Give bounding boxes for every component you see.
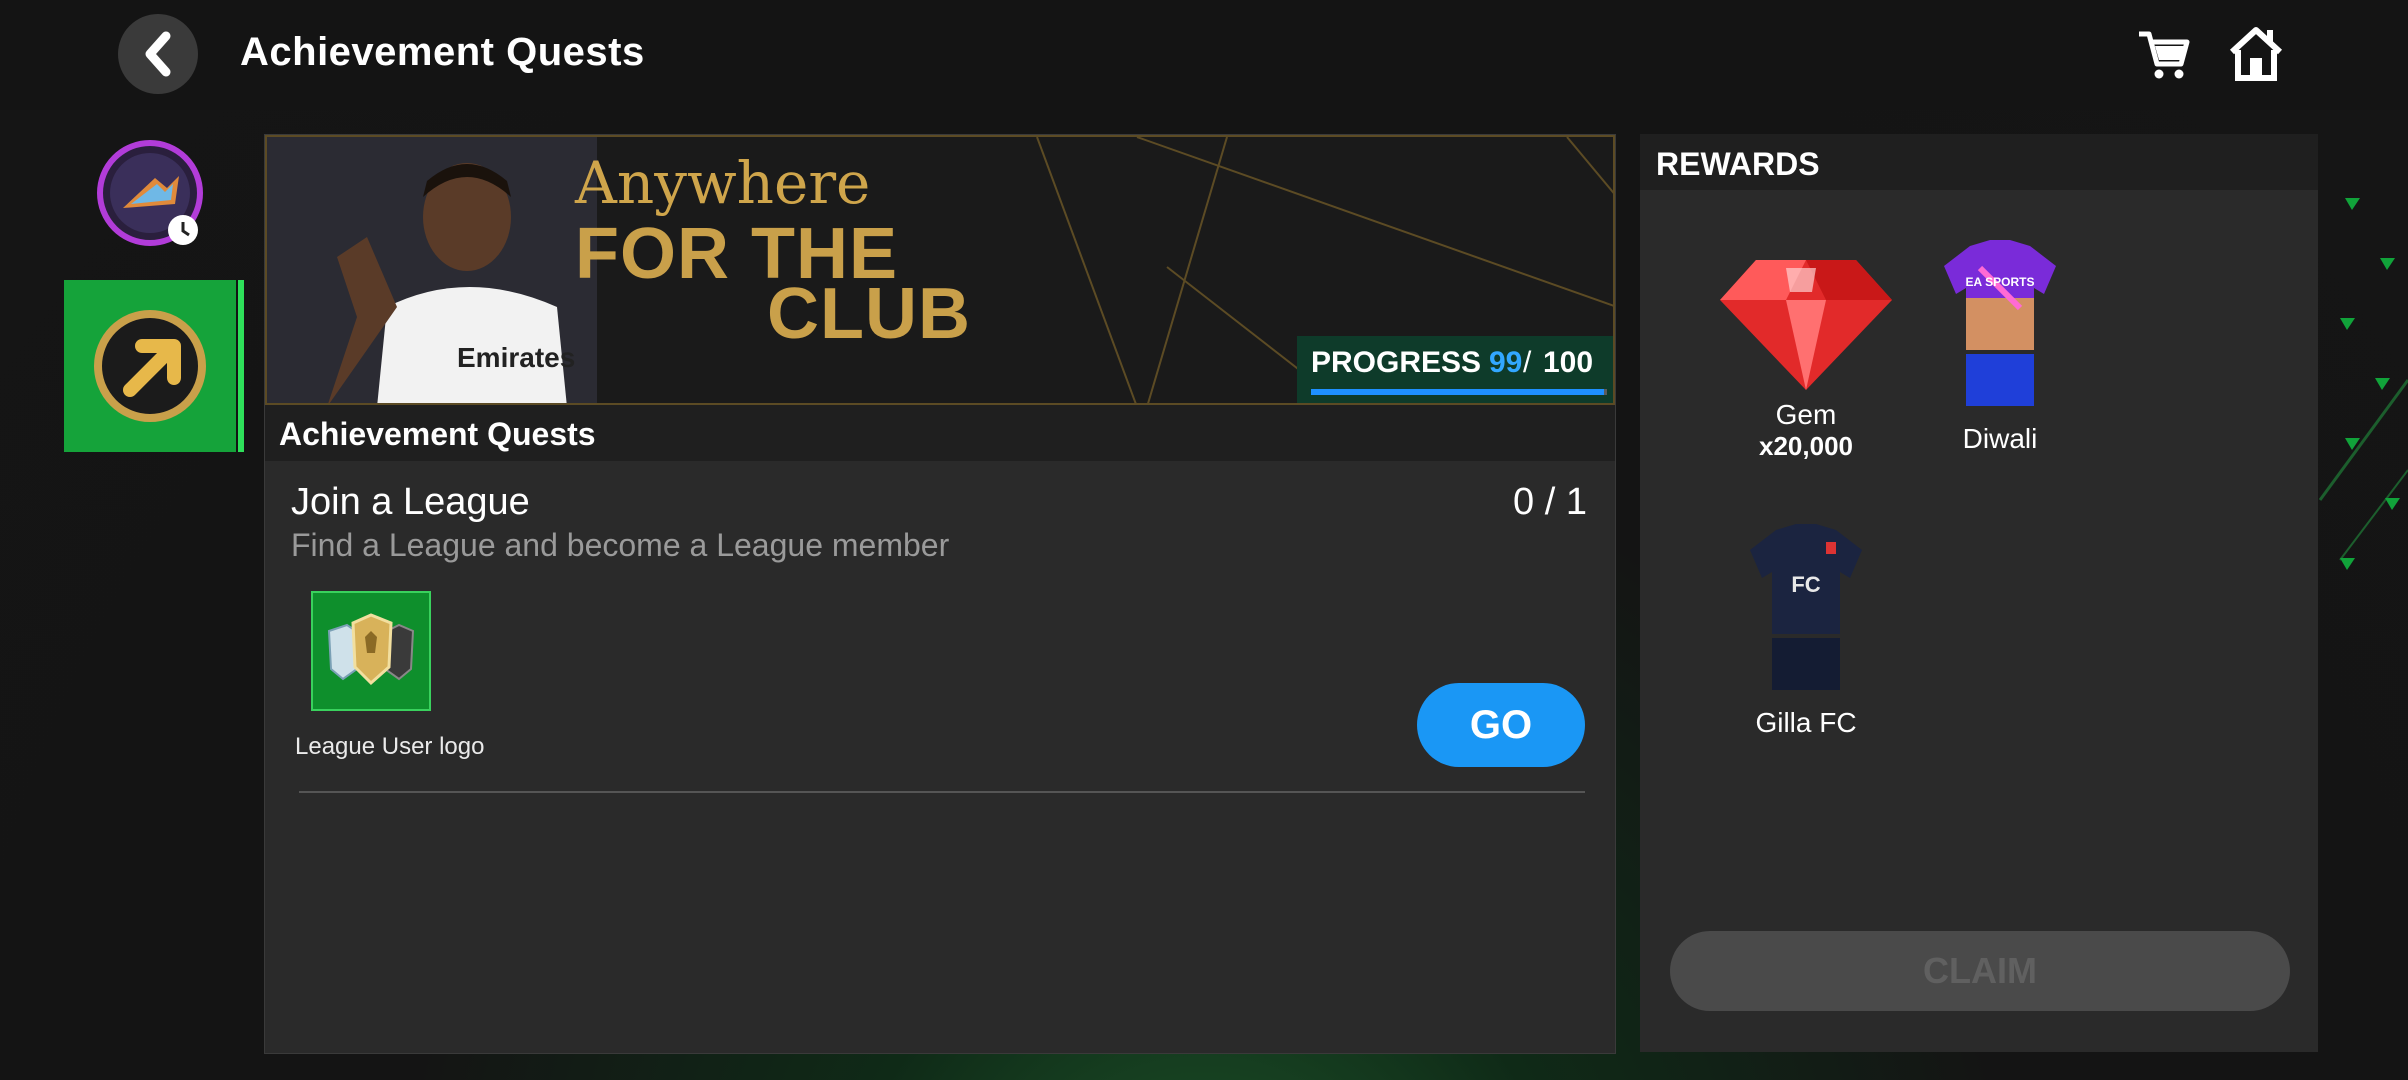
home-icon[interactable] bbox=[2228, 24, 2284, 82]
progress-max: 100 bbox=[1543, 346, 1594, 379]
reward-gilla-fc-kit[interactable]: FC Gilla FC bbox=[1706, 522, 1906, 739]
reward-label: League User logo bbox=[295, 733, 485, 760]
event-banner: Emirates Anywhere FOR THE CLUB PROGRESS … bbox=[265, 135, 1615, 405]
rewards-title: REWARDS bbox=[1656, 146, 1820, 182]
back-button[interactable] bbox=[118, 14, 198, 94]
banner-heading-line2: CLUB bbox=[767, 274, 971, 354]
rewards-header: REWARDS bbox=[1640, 134, 2318, 190]
diwali-kit-icon: EA SPORTS bbox=[1944, 240, 2056, 406]
timed-quest-icon bbox=[97, 140, 203, 246]
banner-tagline: Anywhere bbox=[575, 149, 871, 217]
league-logo-reward[interactable] bbox=[311, 591, 431, 711]
reward-name: Gem bbox=[1775, 399, 1837, 430]
progress-value: 99 bbox=[1489, 346, 1523, 379]
rail-item-achievement-quests[interactable] bbox=[64, 280, 244, 452]
rewards-panel: REWARDS Gem x20,000 EA SPORTS Diwali FC bbox=[1640, 134, 2318, 1052]
divider bbox=[299, 791, 1585, 793]
quest-description: Find a League and become a League member bbox=[291, 527, 950, 563]
chevron-left-icon bbox=[145, 31, 171, 77]
progress-label: PROGRESS bbox=[1311, 346, 1482, 379]
quests-panel: Emirates Anywhere FOR THE CLUB PROGRESS … bbox=[264, 134, 1616, 1054]
reward-gem[interactable]: Gem x20,000 bbox=[1706, 254, 1906, 462]
page-title: Achievement Quests bbox=[240, 30, 645, 74]
quest-count: 0 / 1 bbox=[1513, 481, 1587, 523]
gem-icon bbox=[1720, 260, 1892, 390]
svg-text:FC: FC bbox=[1791, 572, 1820, 597]
rail-item-timed-quests[interactable] bbox=[95, 138, 205, 248]
top-bar: Achievement Quests bbox=[0, 0, 2408, 110]
section-title: Achievement Quests bbox=[279, 416, 596, 452]
progress-bar bbox=[1311, 389, 1607, 395]
cart-icon[interactable] bbox=[2135, 26, 2191, 82]
section-header: Achievement Quests bbox=[265, 405, 1615, 461]
reward-name: Gilla FC bbox=[1755, 707, 1857, 738]
go-button[interactable]: GO bbox=[1417, 683, 1585, 767]
reward-amount: x20,000 bbox=[1759, 431, 1853, 461]
progress-box: PROGRESS 99 / 100 bbox=[1297, 336, 1613, 403]
progress-separator: / bbox=[1523, 346, 1532, 379]
gilla-fc-kit-icon: FC bbox=[1750, 524, 1862, 690]
quest-title: Join a League bbox=[291, 481, 530, 523]
reward-diwali-kit[interactable]: EA SPORTS Diwali bbox=[1930, 238, 2070, 455]
progress-fill bbox=[1311, 389, 1605, 395]
league-shield-icon bbox=[327, 613, 415, 686]
claim-button[interactable]: CLAIM bbox=[1670, 931, 2290, 1011]
reward-name: Diwali bbox=[1962, 423, 2038, 454]
svg-text:EA SPORTS: EA SPORTS bbox=[1966, 275, 2035, 289]
achievement-arrow-icon bbox=[94, 310, 206, 422]
